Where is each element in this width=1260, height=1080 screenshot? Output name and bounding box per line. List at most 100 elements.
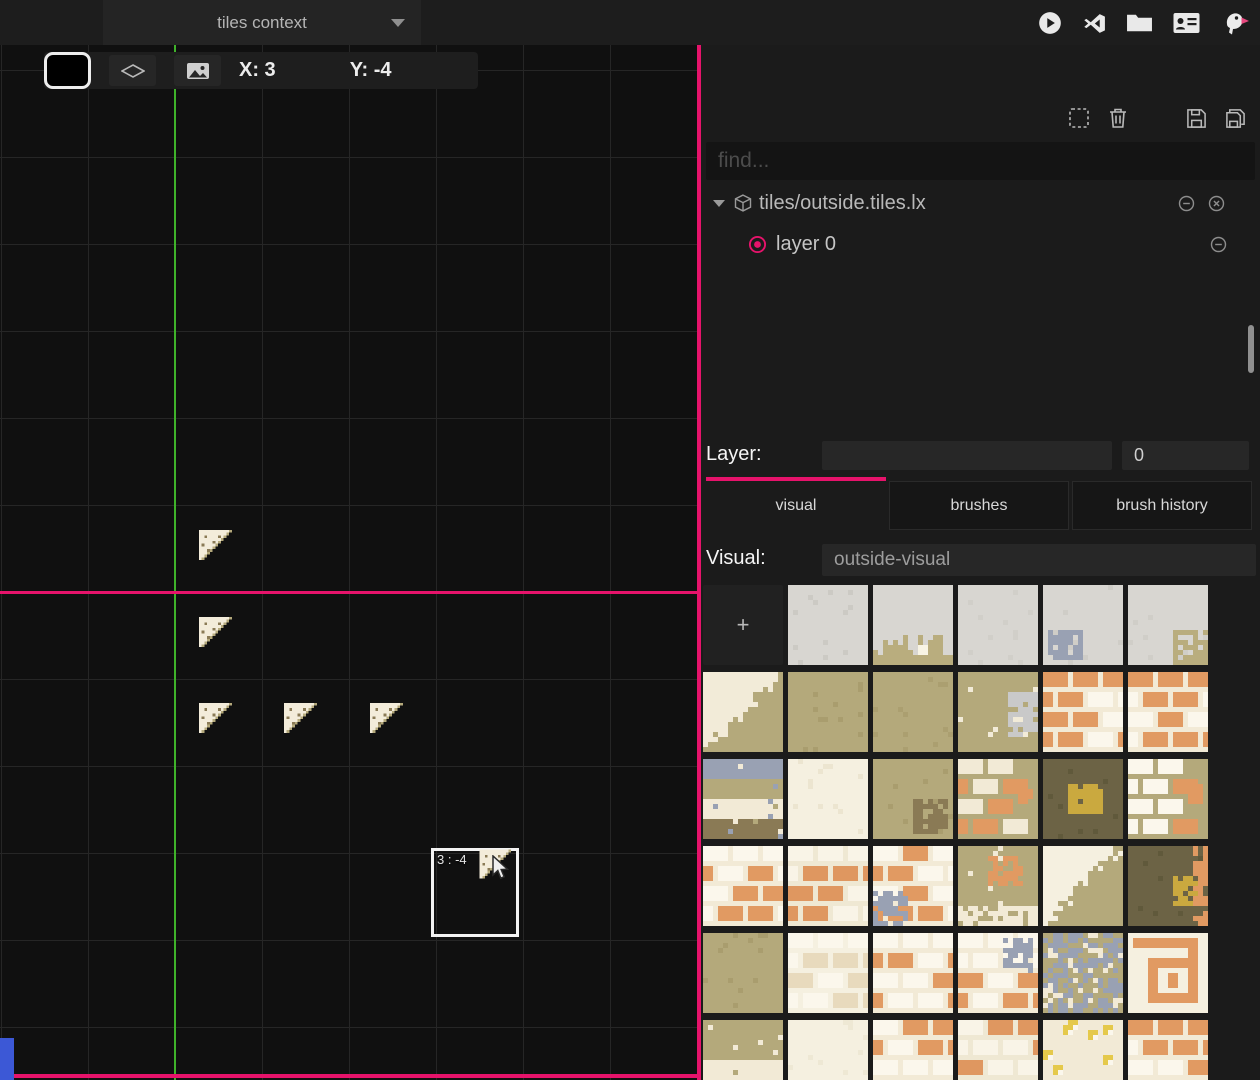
- delete-button[interactable]: [1108, 107, 1128, 134]
- palette-tile[interactable]: [1128, 1020, 1208, 1080]
- play-icon: [1037, 10, 1063, 36]
- dashed-selection-icon: [1068, 107, 1090, 129]
- layer-name-input[interactable]: [822, 441, 1112, 470]
- active-tile-tool-button[interactable]: [44, 52, 91, 89]
- palette-tile[interactable]: [703, 1020, 783, 1080]
- save-all-button[interactable]: [1225, 108, 1246, 134]
- caret-down-icon[interactable]: [713, 200, 725, 207]
- tree-item-file[interactable]: tiles/outside.tiles.lx: [701, 189, 1260, 219]
- play-button[interactable]: [1037, 8, 1063, 38]
- bird-logo-button[interactable]: [1220, 8, 1250, 38]
- map-canvas[interactable]: X: 3 Y: -4 3 : -4: [0, 45, 701, 1080]
- open-folder-button[interactable]: [1126, 8, 1153, 38]
- placed-tile[interactable]: [367, 700, 411, 744]
- palette-tile[interactable]: [1128, 759, 1208, 839]
- image-tool-button[interactable]: [174, 55, 221, 86]
- palette-tile[interactable]: [958, 1020, 1038, 1080]
- context-dropdown[interactable]: tiles context: [103, 0, 421, 45]
- save-button[interactable]: [1186, 108, 1207, 134]
- palette-tile[interactable]: [873, 585, 953, 665]
- trash-icon: [1108, 107, 1128, 129]
- palette-tile[interactable]: [958, 846, 1038, 926]
- tree-item-layer[interactable]: layer 0: [701, 230, 1260, 260]
- tab-brush-history[interactable]: brush history: [1072, 481, 1252, 530]
- placed-tile[interactable]: [196, 527, 240, 571]
- palette-tile[interactable]: [873, 672, 953, 752]
- find-input[interactable]: [706, 142, 1255, 180]
- placed-tile[interactable]: [196, 700, 240, 744]
- add-tile-button[interactable]: +: [703, 585, 783, 665]
- panel-header-actions: [1068, 107, 1246, 134]
- palette-tile[interactable]: [788, 1020, 868, 1080]
- palette-tile[interactable]: [1043, 846, 1123, 926]
- bird-logo-icon: [1220, 9, 1250, 37]
- palette-tile[interactable]: [788, 585, 868, 665]
- palette-tile[interactable]: [1043, 672, 1123, 752]
- palette-tile[interactable]: [788, 672, 868, 752]
- circle-minus-icon: [1210, 236, 1227, 253]
- palette-tile[interactable]: [1128, 846, 1208, 926]
- selection-mode-button[interactable]: [1068, 107, 1090, 134]
- collapse-layer-button[interactable]: [1210, 236, 1227, 258]
- panel-scrollbar-thumb[interactable]: [1248, 325, 1254, 373]
- hovered-cell-label: 3 : -4: [437, 852, 467, 867]
- palette-tile[interactable]: [958, 585, 1038, 665]
- contact-card-icon: [1172, 12, 1201, 34]
- palette-tile[interactable]: [788, 759, 868, 839]
- collapse-file-button[interactable]: [1178, 195, 1195, 217]
- canvas-toolbar: X: 3 Y: -4: [44, 52, 478, 89]
- palette-tile[interactable]: [873, 1020, 953, 1080]
- contact-card-button[interactable]: [1172, 8, 1201, 38]
- package-icon: [733, 193, 753, 218]
- shape-tool-button[interactable]: [109, 55, 156, 86]
- palette-tile[interactable]: [873, 846, 953, 926]
- level-boundary-right: [697, 45, 701, 1080]
- vscode-button[interactable]: [1082, 8, 1107, 38]
- visual-name-input[interactable]: [822, 544, 1256, 576]
- palette-tile[interactable]: [1128, 585, 1208, 665]
- tile-editor-window: tiles context: [0, 0, 1260, 1080]
- palette-tile[interactable]: [703, 933, 783, 1013]
- layer-index-input[interactable]: [1122, 441, 1249, 470]
- palette-tile[interactable]: [958, 759, 1038, 839]
- circle-minus-icon: [1178, 195, 1195, 212]
- context-dropdown-label: tiles context: [217, 13, 307, 33]
- placed-tile[interactable]: [196, 614, 240, 658]
- cursor-arrow-icon: [490, 855, 512, 881]
- palette-tile[interactable]: [788, 933, 868, 1013]
- placed-tile[interactable]: [281, 700, 325, 744]
- palette-tile[interactable]: [703, 846, 783, 926]
- radio-selected-icon: [748, 235, 767, 254]
- tab-brushes-label: brushes: [951, 497, 1008, 515]
- palette-tile[interactable]: [958, 672, 1038, 752]
- palette-tile[interactable]: [1043, 585, 1123, 665]
- palette-tile[interactable]: [1043, 933, 1123, 1013]
- tab-visual-label: visual: [776, 497, 817, 515]
- y-axis-line: [174, 45, 176, 1080]
- mouse-cursor: [490, 855, 512, 886]
- chevron-down-icon: [391, 19, 405, 27]
- tree-layer-label: layer 0: [776, 233, 836, 256]
- level-boundary-bottom: [0, 1074, 701, 1078]
- close-file-button[interactable]: [1208, 195, 1225, 217]
- palette-tile[interactable]: [873, 933, 953, 1013]
- palette-tile[interactable]: [1043, 1020, 1123, 1080]
- palette-tile[interactable]: [1128, 933, 1208, 1013]
- palette-tile[interactable]: [788, 846, 868, 926]
- palette-tile[interactable]: [958, 933, 1038, 1013]
- palette-tile[interactable]: [1043, 759, 1123, 839]
- vscode-icon: [1082, 11, 1107, 36]
- save-all-icon: [1225, 108, 1246, 129]
- cursor-x-coordinate: X: 3: [239, 59, 276, 82]
- layer-selected-radio[interactable]: [748, 235, 767, 259]
- tile-palette: +: [703, 585, 1208, 1080]
- palette-tile[interactable]: [703, 759, 783, 839]
- palette-tile[interactable]: [1128, 672, 1208, 752]
- palette-tile[interactable]: [703, 672, 783, 752]
- cursor-y-coordinate: Y: -4: [350, 59, 392, 82]
- visual-label: Visual:: [706, 547, 766, 570]
- tab-brushes[interactable]: brushes: [889, 481, 1069, 530]
- tab-visual[interactable]: visual: [706, 481, 886, 530]
- palette-tile[interactable]: [873, 759, 953, 839]
- diamond-icon: [121, 64, 145, 78]
